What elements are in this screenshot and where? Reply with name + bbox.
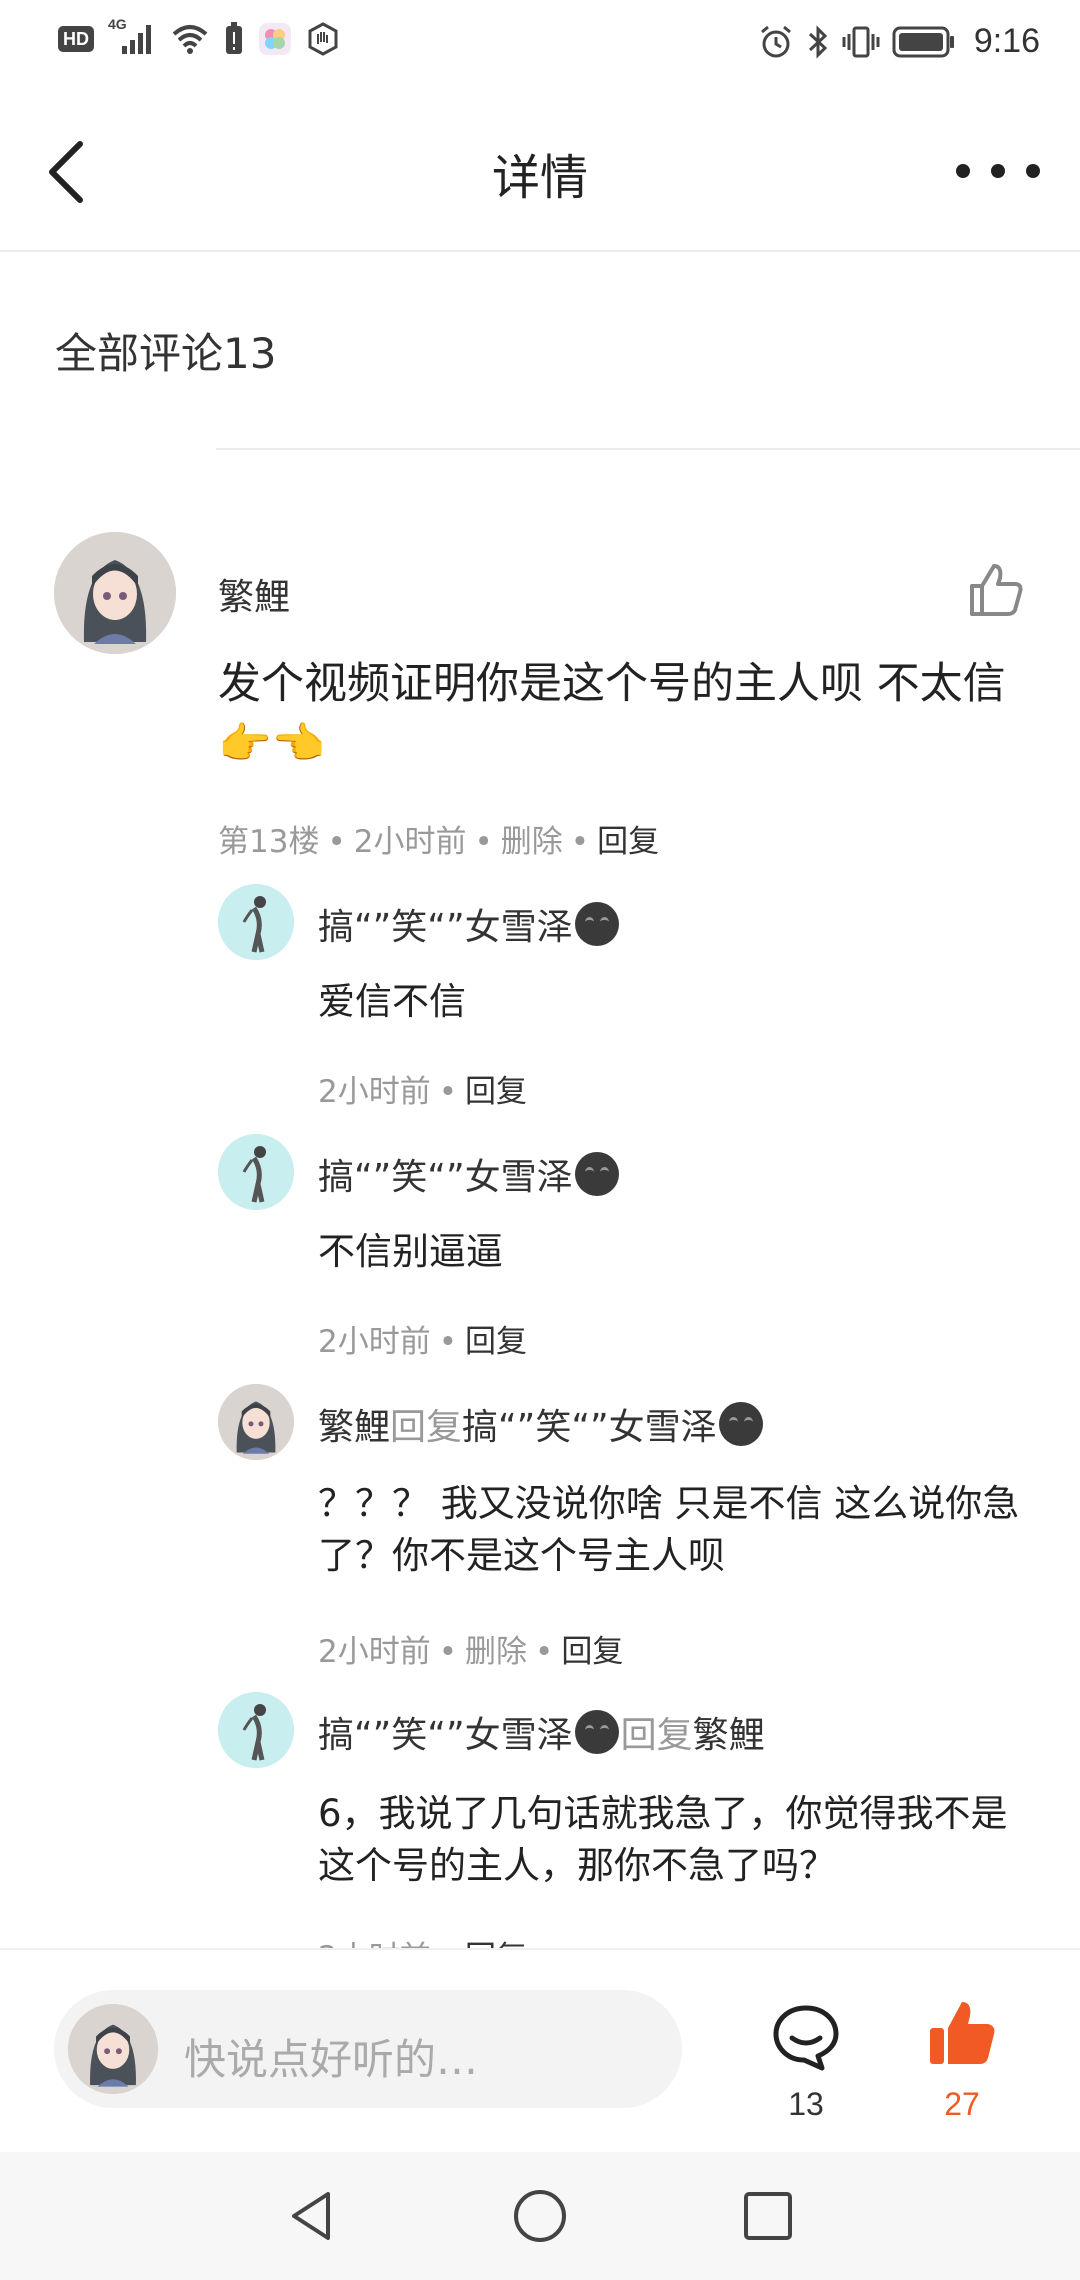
timestamp: 2小时前 [318, 1074, 431, 1110]
timestamp: 2小时前 [318, 1324, 431, 1360]
floor-label: 第13楼 [218, 824, 320, 860]
timestamp: 2小时前 [353, 824, 467, 860]
avatar[interactable] [218, 1692, 294, 1768]
thumbs-up-outline-icon [970, 564, 1023, 616]
reply-text: ？？？ 我又没说你啥 只是不信 这么说你急了？你不是这个号主人呗 [318, 1482, 1020, 1577]
reply-text: 爱信不信 [318, 980, 466, 1023]
vibrate-icon [842, 24, 880, 60]
reply-link[interactable]: 回复 [465, 1074, 527, 1110]
reply-target-name[interactable]: 繁鯉 [693, 1706, 765, 1758]
reply-author[interactable]: 搞“”笑“”女雪泽 回复 繁鯉 [318, 1706, 765, 1758]
comment-bottom-bar: 快说点好听的… 13 27 [0, 1948, 1080, 2154]
hand-icon [306, 22, 340, 56]
signal-icon: 4G [108, 16, 156, 56]
reply-link[interactable]: 回复 [465, 1324, 527, 1360]
comment-count: 13 [788, 2086, 824, 2122]
figure-avatar-image [218, 884, 294, 960]
thumbs-up-filled-icon [930, 2002, 995, 2064]
avatar[interactable] [218, 1384, 294, 1460]
reply-author[interactable]: 繁鯉 回复 搞“”笑“”女雪泽 [318, 1398, 765, 1450]
system-navigation-bar [0, 2152, 1080, 2280]
anime-girl-avatar-image [54, 532, 176, 654]
comment-bubble-icon [773, 2005, 839, 2071]
reply-link[interactable]: 回复 [597, 824, 659, 860]
dot [956, 164, 970, 178]
anime-girl-avatar-image [218, 1384, 294, 1460]
smiling-face-with-horns-icon [574, 902, 619, 946]
circle-home-icon [514, 2190, 566, 2242]
anime-girl-avatar-image [68, 2004, 158, 2094]
timestamp: 2小时前 [318, 1634, 431, 1670]
figure-avatar-image [218, 1692, 294, 1768]
reply-to-label: 回复 [620, 1715, 693, 1756]
comment-author[interactable]: 繁鯉 [218, 568, 290, 620]
figure-avatar-image [218, 1134, 294, 1210]
smiling-face-with-horns-icon [574, 1710, 619, 1754]
avatar [68, 2004, 158, 2094]
bluetooth-icon [806, 24, 830, 60]
avatar[interactable] [218, 1134, 294, 1210]
alarm-icon [758, 24, 794, 60]
clock: 9:16 [973, 22, 1040, 60]
reply-link[interactable]: 回复 [561, 1634, 623, 1670]
reply-author-name: 搞“”笑“”女雪泽 [318, 907, 573, 948]
reply-meta: 2小时前•回复 [318, 1074, 528, 1110]
delete-link[interactable]: 删除 [465, 1634, 527, 1670]
nav-back-button[interactable] [282, 2186, 342, 2246]
nav-home-button[interactable] [510, 2186, 570, 2246]
reply-author-name: 搞“”笑“”女雪泽 [318, 1715, 573, 1756]
dot [1026, 164, 1040, 178]
battery-alert-icon [224, 22, 244, 56]
wifi-icon [170, 22, 210, 56]
app-notification-icon [258, 22, 292, 56]
delete-link[interactable]: 删除 [501, 824, 563, 860]
reply-target-name[interactable]: 搞“”笑“”女雪泽 [462, 1398, 717, 1450]
comments-button[interactable] [770, 2002, 842, 2074]
like-count: 27 [944, 2086, 980, 2122]
hd-icon: HD [58, 26, 94, 52]
reply-author[interactable]: 搞“”笑“”女雪泽 [318, 1148, 621, 1200]
comment-text: 发个视频证明你是这个号的主人呗 不太信👉👈 [218, 659, 1006, 769]
status-bar: HD 4G 9:16 [0, 0, 1080, 92]
triangle-back-icon [292, 2192, 330, 2240]
square-recents-icon [744, 2192, 792, 2240]
divider [216, 448, 1080, 450]
avatar[interactable] [218, 884, 294, 960]
more-options-button[interactable] [956, 154, 1040, 188]
reply-author[interactable]: 搞“”笑“”女雪泽 [318, 898, 621, 950]
battery-icon [892, 26, 956, 58]
reply-meta: 2小时前•回复 [318, 1324, 528, 1360]
dot [991, 164, 1005, 178]
avatar[interactable] [54, 532, 176, 654]
reply-meta: 2小时前 • 删除 • 回复 [318, 1634, 624, 1670]
top-app-bar: 详情 [0, 92, 1080, 252]
reply-author-name: 繁鯉 [318, 1407, 391, 1448]
reply-to-label: 回复 [390, 1407, 463, 1448]
like-post-button[interactable] [926, 1998, 998, 2070]
smiling-face-with-horns-icon [718, 1402, 763, 1446]
network-type-label: 4G [108, 16, 127, 32]
comment-input[interactable]: 快说点好听的… [54, 1990, 682, 2108]
reply-text: 不信别逼逼 [318, 1230, 503, 1273]
nav-recents-button[interactable] [738, 2186, 798, 2246]
comment-input-placeholder: 快说点好听的… [184, 2035, 479, 2084]
reply-author-name: 搞“”笑“”女雪泽 [318, 1157, 573, 1198]
like-comment-button[interactable] [966, 560, 1026, 620]
smiling-face-with-horns-icon [574, 1152, 619, 1196]
comments-section-title: 全部评论13 [55, 329, 277, 378]
reply-text: 6，我说了几句话就我急了，你觉得我不是这个号的主人，那你不急了吗？ [318, 1792, 1008, 1887]
comment-meta: 第13楼 • 2小时前 • 删除 • 回复 [218, 824, 660, 860]
page-title: 详情 [491, 150, 588, 206]
